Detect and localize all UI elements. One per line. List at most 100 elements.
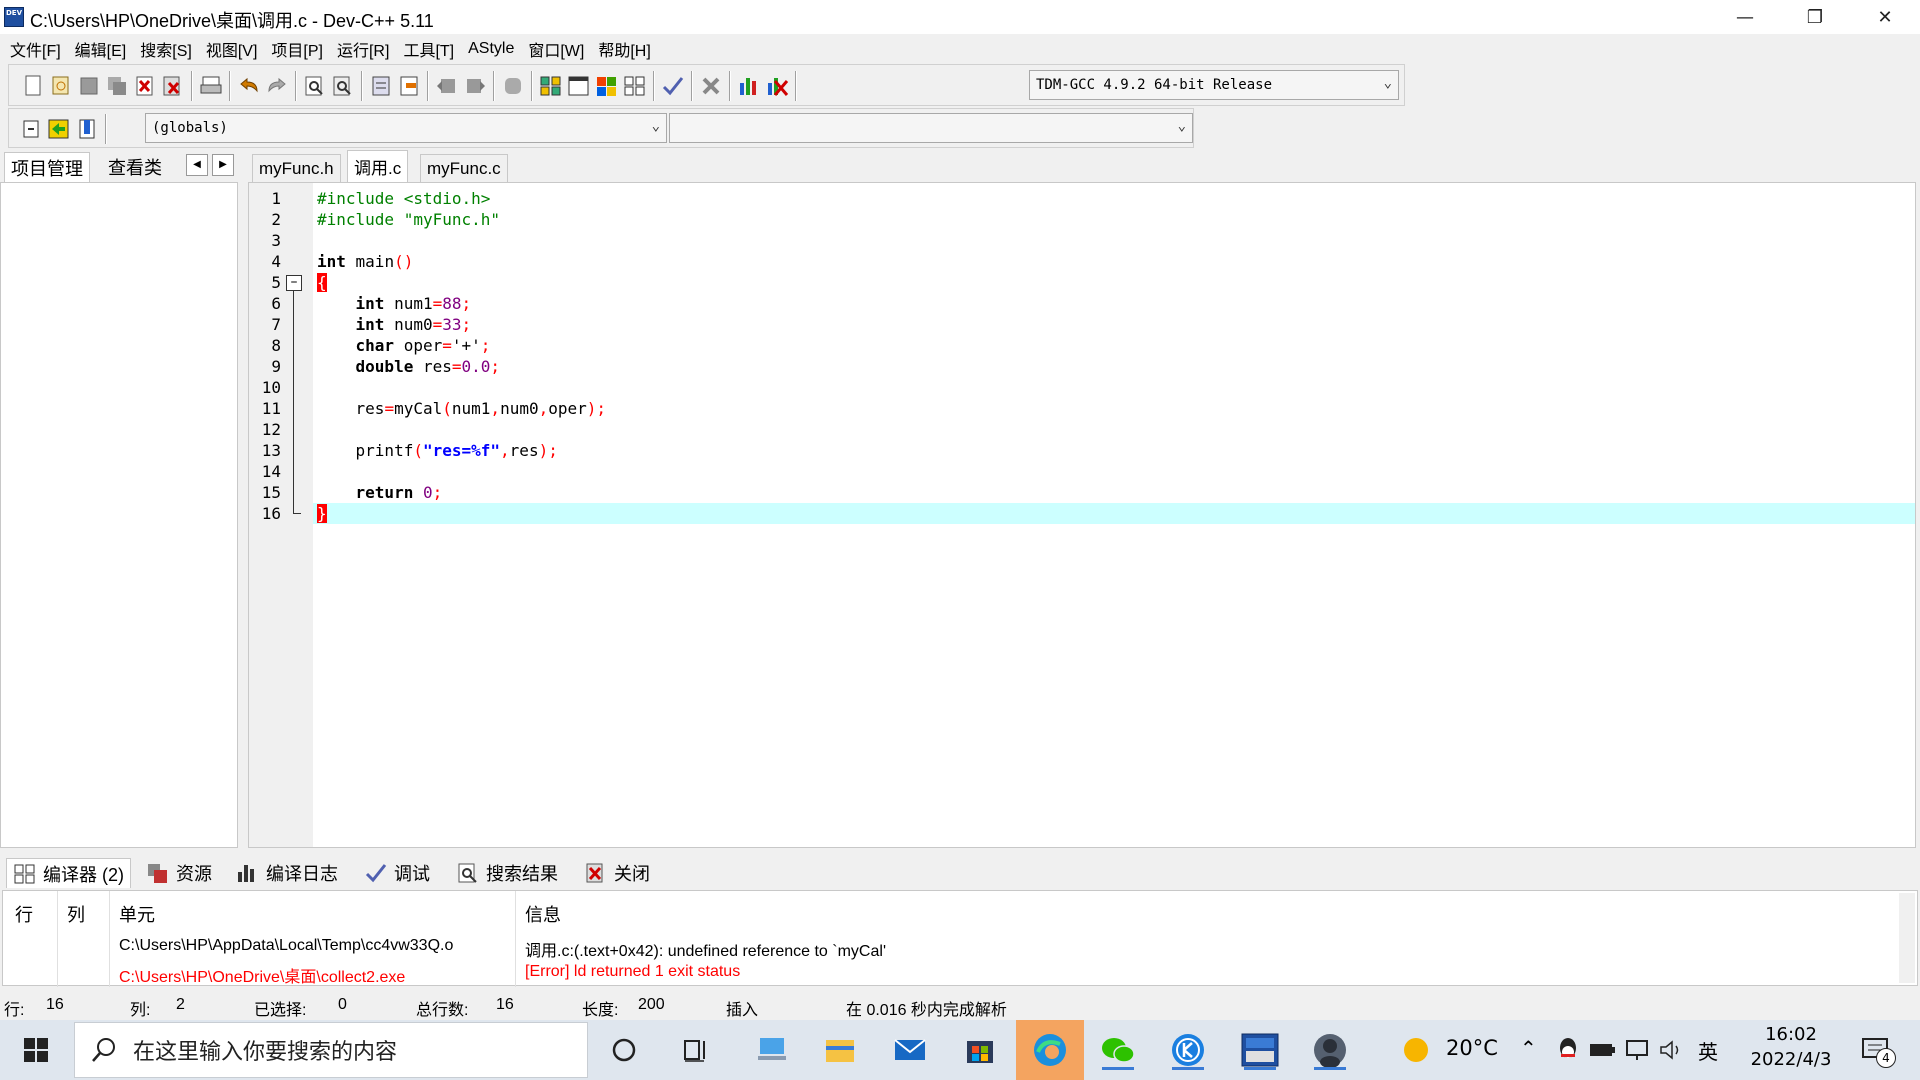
close-window-button[interactable]: ✕ xyxy=(1850,0,1920,34)
goto-line-icon[interactable] xyxy=(367,72,395,100)
chevron-down-icon: ⌄ xyxy=(1383,75,1392,91)
replace-icon[interactable] xyxy=(329,72,357,100)
tab-search-results[interactable]: 搜索结果 xyxy=(450,858,564,888)
indent-left-icon[interactable] xyxy=(433,72,461,100)
results-scrollbar[interactable] xyxy=(1899,893,1915,983)
menu-window[interactable]: 窗口[W] xyxy=(526,37,596,61)
goto-bookmark-icon[interactable] xyxy=(73,115,101,143)
code-line-2: #include "myFunc.h" xyxy=(317,209,500,230)
tray-expand-icon[interactable]: ⌃ xyxy=(1520,1036,1537,1060)
save-icon[interactable] xyxy=(75,72,103,100)
menu-project[interactable]: 项目[P] xyxy=(269,37,335,61)
tab-project[interactable]: 项目管理 xyxy=(4,152,90,182)
edge-browser-icon[interactable] xyxy=(1030,1030,1070,1070)
ime-indicator[interactable]: 英 xyxy=(1698,1036,1718,1065)
project-tree-panel[interactable] xyxy=(0,182,238,848)
wechat-icon[interactable] xyxy=(1098,1030,1138,1070)
notification-center-icon[interactable]: 4 xyxy=(1856,1030,1896,1070)
comment-icon[interactable] xyxy=(499,72,527,100)
taskbar-search-box[interactable]: 在这里输入你要搜索的内容 xyxy=(74,1022,588,1078)
header-unit[interactable]: 单元 xyxy=(119,901,155,927)
tab-classes[interactable]: 查看类 xyxy=(102,152,168,182)
user-avatar-icon[interactable] xyxy=(1310,1030,1350,1070)
syntax-check-icon[interactable] xyxy=(659,72,687,100)
line-number: 9 xyxy=(271,357,281,376)
tab-compiler[interactable]: 编译器 (2) xyxy=(6,858,131,888)
tab-myfunc-h[interactable]: myFunc.h xyxy=(252,154,341,182)
code-editor[interactable]: 1 2 3 4 5 6 7 8 9 10 11 12 13 14 15 16 –… xyxy=(248,182,1916,848)
weather-sun-icon[interactable] xyxy=(1396,1030,1436,1070)
close-all-icon[interactable] xyxy=(159,72,187,100)
mail-icon[interactable] xyxy=(890,1030,930,1070)
code-token: int xyxy=(355,294,385,313)
profile-icon[interactable] xyxy=(735,72,763,100)
redo-icon[interactable] xyxy=(263,72,291,100)
header-message[interactable]: 信息 xyxy=(525,901,561,927)
menu-search[interactable]: 搜索[S] xyxy=(138,37,204,61)
save-all-icon[interactable] xyxy=(103,72,131,100)
table-row[interactable]: C:\Users\HP\AppData\Local\Temp\cc4vw33Q.… xyxy=(3,935,1917,960)
battery-icon[interactable] xyxy=(1582,1030,1622,1070)
function-select[interactable]: ⌄ xyxy=(669,113,1193,143)
find-icon[interactable] xyxy=(301,72,329,100)
tab-diaoyong-c[interactable]: 调用.c xyxy=(347,150,409,182)
store-icon[interactable] xyxy=(960,1030,1000,1070)
code-token: , xyxy=(538,399,549,418)
toolbar-separator xyxy=(427,71,429,101)
new-file-icon[interactable] xyxy=(19,72,47,100)
task-view-icon[interactable] xyxy=(676,1030,716,1070)
menu-tools[interactable]: 工具[T] xyxy=(401,37,466,61)
scroll-right-icon[interactable]: ▶ xyxy=(212,154,234,176)
windows-start-icon[interactable] xyxy=(16,1030,56,1070)
tab-debug[interactable]: 调试 xyxy=(358,858,436,888)
clock[interactable]: 16:02 2022/4/3 xyxy=(1736,1024,1846,1070)
devcpp-taskbar-icon[interactable] xyxy=(1240,1030,1280,1070)
minimize-button[interactable]: — xyxy=(1710,0,1780,34)
k-app-icon[interactable] xyxy=(1168,1030,1208,1070)
table-row[interactable]: C:\Users\HP\OneDrive\桌面\collect2.exe [Er… xyxy=(3,959,1917,986)
tab-close[interactable]: 关闭 xyxy=(578,858,656,888)
scope-select[interactable]: (globals) ⌄ xyxy=(145,113,667,143)
close-file-icon[interactable] xyxy=(131,72,159,100)
toggle-arrow-icon[interactable] xyxy=(45,115,73,143)
tab-compile-log[interactable]: 编译日志 xyxy=(230,858,344,888)
result-message: [Error] ld returned 1 exit status xyxy=(525,963,741,980)
toolbar-separator xyxy=(795,71,797,101)
delete-profile-icon[interactable] xyxy=(763,72,791,100)
menu-edit[interactable]: 编辑[E] xyxy=(73,37,139,61)
run-icon[interactable] xyxy=(565,72,593,100)
compile-run-icon[interactable] xyxy=(593,72,621,100)
cortana-icon[interactable] xyxy=(604,1030,644,1070)
menu-view[interactable]: 视图[V] xyxy=(204,37,270,61)
restore-button[interactable]: ❐ xyxy=(1780,0,1850,34)
menu-run[interactable]: 运行[R] xyxy=(335,37,401,61)
clean-icon[interactable] xyxy=(697,72,725,100)
tab-myfunc-c[interactable]: myFunc.c xyxy=(420,154,508,182)
file-explorer-icon[interactable] xyxy=(820,1030,860,1070)
open-file-icon[interactable] xyxy=(47,72,75,100)
rebuild-all-icon[interactable] xyxy=(621,72,649,100)
compile-icon[interactable] xyxy=(537,72,565,100)
menu-file[interactable]: 文件[F] xyxy=(8,37,73,61)
code-token: = xyxy=(451,357,462,376)
toggle-bookmark-icon[interactable] xyxy=(395,72,423,100)
undo-icon[interactable] xyxy=(235,72,263,100)
fold-collapse-icon[interactable]: – xyxy=(286,275,302,291)
this-pc-icon[interactable] xyxy=(752,1030,792,1070)
tab-resources[interactable]: 资源 xyxy=(140,858,218,888)
menu-help[interactable]: 帮助[H] xyxy=(596,37,662,61)
menu-astyle[interactable]: AStyle xyxy=(466,40,526,58)
header-row[interactable]: 行 xyxy=(15,901,33,927)
insert-icon[interactable] xyxy=(17,115,45,143)
header-col[interactable]: 列 xyxy=(67,901,85,927)
volume-icon[interactable] xyxy=(1652,1030,1692,1070)
print-icon[interactable] xyxy=(197,72,225,100)
code-token: 0 xyxy=(422,483,433,502)
line-number: 15 xyxy=(261,483,281,502)
code-token: = xyxy=(384,399,395,418)
indent-right-icon[interactable] xyxy=(461,72,489,100)
scroll-left-icon[interactable]: ◀ xyxy=(186,154,208,176)
code-token: num0 xyxy=(384,315,433,334)
weather-temperature[interactable]: 20°C xyxy=(1446,1036,1498,1060)
compiler-select[interactable]: TDM-GCC 4.9.2 64-bit Release ⌄ xyxy=(1029,70,1399,100)
